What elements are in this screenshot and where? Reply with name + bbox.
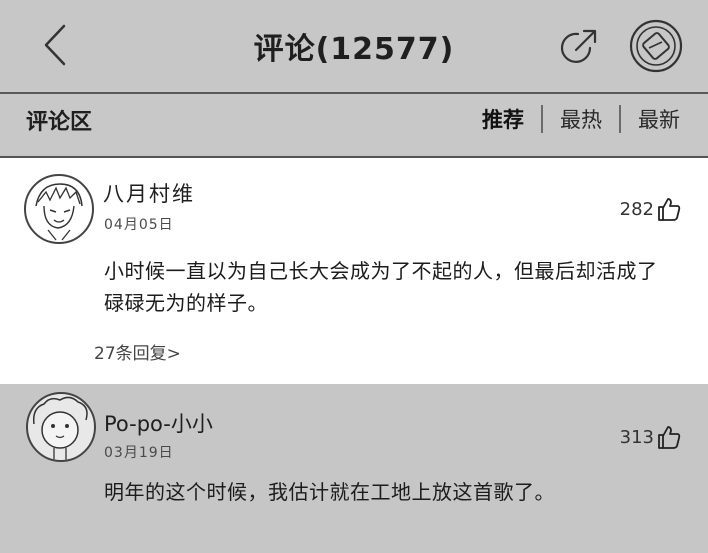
avatar-drawing-icon	[35, 183, 83, 241]
like-count: 313	[619, 426, 654, 448]
tab-recommended[interactable]: 推荐	[482, 104, 524, 134]
comment-text: 明年的这个时候，我估计就在工地上放这首歌了。	[104, 480, 555, 504]
tab-divider	[619, 105, 621, 133]
top-navigation-bar: 评论(12577)	[0, 0, 708, 94]
comment-username[interactable]: 八月村维	[103, 178, 195, 208]
thumbs-up-icon	[658, 426, 681, 449]
like-button[interactable]: 313	[620, 424, 682, 450]
section-label: 评论区	[26, 110, 93, 135]
badge-icon[interactable]	[628, 18, 684, 74]
like-button[interactable]: 282	[620, 196, 682, 222]
comment-section-header: 评论区 推荐 最热 最新	[0, 94, 708, 154]
comment-card: Po-po-小小 03月19日 313 明年的这个时候，我估计就在工地上放这首歌…	[0, 384, 708, 553]
comment-card: 八月村维 04月05日 282 小时候一直以为自己长大会成为了不起的人，但最后却…	[0, 156, 708, 386]
thumbs-up-icon	[658, 198, 681, 221]
page-title: 评论(12577)	[253, 32, 455, 67]
comment-date: 03月19日	[104, 445, 174, 461]
comment-username[interactable]: Po-po-小小	[104, 408, 213, 438]
tab-hottest[interactable]: 最热	[560, 104, 602, 134]
avatar[interactable]	[26, 392, 96, 462]
like-count: 282	[619, 198, 654, 220]
share-icon[interactable]	[556, 26, 600, 70]
comment-date: 04月05日	[104, 217, 174, 233]
avatar[interactable]	[24, 174, 94, 244]
tab-newest[interactable]: 最新	[638, 104, 680, 134]
comment-text: 小时候一直以为自己长大会成为了不起的人，但最后却活成了碌碌无为的样子。	[104, 259, 658, 315]
view-replies-link[interactable]: 27条回复>	[94, 339, 181, 364]
avatar-drawing-icon	[32, 396, 88, 460]
tab-divider	[541, 105, 543, 133]
sort-tabs: 推荐 最热 最新	[482, 104, 680, 134]
